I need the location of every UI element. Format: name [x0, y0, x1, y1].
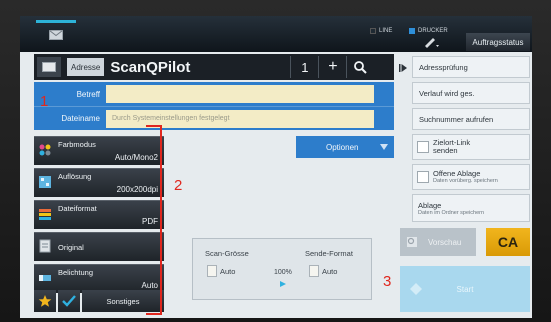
exposure-icon — [39, 275, 51, 281]
scan-size-text: Auto — [220, 266, 236, 276]
job-status-button[interactable]: Auftragsstatus — [466, 33, 530, 51]
file-format-icon — [39, 209, 51, 220]
star-icon — [38, 295, 52, 307]
send-fields: Betreff Dateiname Durch Systemeinstellun… — [34, 82, 394, 130]
pen-icon[interactable] — [423, 36, 439, 48]
search-address-button[interactable] — [346, 56, 374, 78]
keyboard-button[interactable] — [37, 57, 61, 77]
address-name: ScanQPilot — [110, 58, 191, 76]
annotation-1: 1 — [40, 93, 49, 110]
annotation-bracket — [146, 125, 162, 315]
quick-file-title: Offene Ablage — [433, 168, 481, 178]
favorite-button[interactable] — [34, 290, 56, 312]
clear-all-button[interactable]: CA — [486, 228, 530, 256]
arrow-right-icon — [280, 281, 286, 287]
keyboard-icon — [42, 62, 56, 72]
start-icon — [410, 283, 422, 295]
scan-size-value: Auto — [207, 265, 235, 277]
line-indicator: LINE — [370, 28, 392, 34]
search-icon — [354, 60, 368, 74]
history-button[interactable]: Verlauf wird ges. — [412, 82, 530, 104]
address-check-button[interactable]: Adressprüfung — [412, 56, 530, 78]
subject-row: Betreff — [34, 82, 394, 106]
printer-led — [409, 28, 415, 34]
filename-row: Dateiname Durch Systemeinstellungen fest… — [34, 106, 394, 130]
confirm-button[interactable] — [58, 290, 80, 312]
line-led — [370, 28, 376, 34]
setting-exposure[interactable]: Belichtung Auto — [34, 264, 164, 293]
setting-color-mode[interactable]: Farbmodus Auto/Mono2 — [34, 136, 164, 165]
send-format-text: Auto — [322, 266, 338, 276]
start-button[interactable]: Start — [400, 266, 530, 312]
annotation-3: 3 — [383, 273, 392, 290]
options-label: Optionen — [326, 142, 359, 152]
color-mode-icon — [39, 144, 51, 156]
setting-title: Dateiformat — [58, 204, 97, 213]
original-icon — [39, 239, 51, 253]
scan-info-panel: Scan-Grösse Auto 100% Sende-Format Auto — [192, 238, 372, 300]
address-count: 1 — [290, 56, 318, 78]
printer-indicator: DRUCKER — [409, 28, 448, 34]
right-menu: Adressprüfung Verlauf wird ges. Suchnumm… — [412, 56, 530, 222]
expand-panel-button[interactable] — [396, 56, 410, 80]
quick-file-subtitle: Daten vorüberg. speichern — [433, 178, 498, 185]
call-number-button[interactable]: Suchnummer aufrufen — [412, 108, 530, 130]
annotation-2: 2 — [174, 177, 183, 194]
subject-input[interactable] — [106, 85, 374, 103]
touch-screen: LINE DRUCKER Auftragsstatus Adresse Scan… — [20, 16, 532, 318]
envelope-icon — [49, 30, 63, 40]
quick-file-checkbox[interactable] — [417, 171, 429, 183]
document-icon — [207, 265, 217, 277]
setting-original[interactable]: Original — [34, 232, 164, 261]
printer-label: DRUCKER — [418, 28, 448, 34]
chevron-right-icon — [399, 64, 407, 72]
file-subtitle: Daten im Ordner speichern — [418, 209, 485, 216]
setting-file-format[interactable]: Dateiformat PDF — [34, 200, 164, 229]
options-button[interactable]: Optionen — [296, 136, 394, 158]
file-title: Ablage — [418, 200, 442, 210]
send-format-label: Sende-Format — [305, 249, 353, 258]
start-label: Start — [456, 284, 474, 294]
preview-label: Vorschau — [428, 237, 462, 247]
setting-title: Farbmodus — [58, 140, 96, 149]
top-status-bar: LINE DRUCKER Auftragsstatus — [20, 16, 532, 52]
destination-link-line2: senden — [433, 146, 458, 155]
chevron-down-icon — [380, 144, 388, 150]
destination-link-checkbox[interactable] — [417, 141, 429, 153]
scan-size-label: Scan-Grösse — [205, 249, 249, 258]
settings-list: Farbmodus Auto/Mono2 Auflösung 200x200dp… — [34, 136, 164, 296]
send-format-value: Auto — [309, 265, 337, 277]
home-button[interactable] — [30, 20, 82, 46]
filename-label: Dateiname — [61, 114, 100, 123]
resolution-icon — [39, 176, 51, 188]
send-destination-link-button[interactable]: Zielort-Link senden — [412, 134, 530, 160]
setting-title: Auflösung — [58, 172, 92, 181]
setting-title: Belichtung — [58, 268, 94, 277]
bottom-actions: Sonstiges — [34, 290, 164, 312]
document-icon — [309, 265, 319, 277]
quick-file-text: Offene Ablage Daten vorüberg. speichern — [433, 168, 498, 185]
address-label[interactable]: Adresse — [67, 58, 105, 76]
setting-title: Original — [58, 243, 84, 252]
setting-resolution[interactable]: Auflösung 200x200dpi — [34, 168, 164, 197]
device-bezel: LINE DRUCKER Auftragsstatus Adresse Scan… — [0, 0, 551, 322]
home-button-highlight — [36, 20, 76, 23]
line-label: LINE — [379, 28, 393, 34]
preview-button[interactable]: Vorschau — [400, 228, 476, 256]
preview-icon — [407, 237, 417, 247]
add-address-button[interactable]: + — [318, 56, 346, 78]
checkmark-icon — [62, 295, 76, 307]
scale-ratio: 100% — [274, 269, 292, 276]
address-bar: Adresse ScanQPilot 1 + — [34, 54, 394, 80]
quick-file-button[interactable]: Offene Ablage Daten vorüberg. speichern — [412, 164, 530, 190]
destination-link-text: Zielort-Link senden — [433, 138, 470, 156]
file-button[interactable]: Ablage Daten im Ordner speichern — [412, 194, 530, 222]
